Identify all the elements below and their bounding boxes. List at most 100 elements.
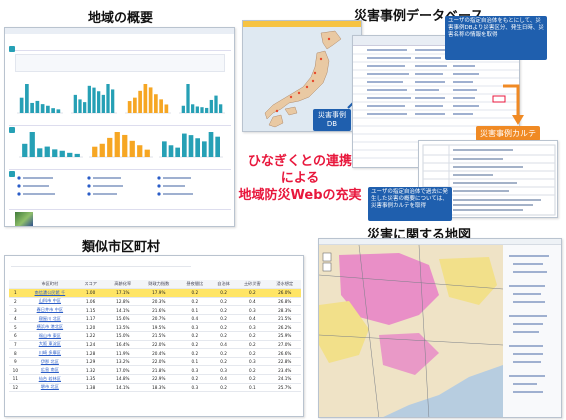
- table-row[interactable]: 12 堺市 北区 1.38 14.1% 18.3% 0.3 0.2 0.1 25.7%: [9, 383, 301, 393]
- table-cell: 15.6%: [106, 314, 139, 324]
- table-cell: 11: [9, 374, 22, 384]
- table-cell: 26.6%: [268, 348, 301, 358]
- chart-bar: [56, 109, 61, 113]
- overview-chart-1: [17, 82, 63, 114]
- chart-bar: [52, 149, 58, 157]
- chart-bar: [175, 147, 180, 157]
- table-cell[interactable]: 伊那 北区: [21, 357, 79, 367]
- column-header[interactable]: 土砂災害: [236, 280, 269, 290]
- top-note-callout: ユーザの指定自治体をもとにして、災害事例DBより災害区分、発生日時、災害名称の情…: [445, 16, 547, 60]
- chart-bar: [127, 101, 132, 113]
- table-cell: 0.2: [210, 322, 237, 333]
- table-cell: 1.29: [78, 357, 104, 367]
- table-cell[interactable]: 春日井市 中区: [21, 305, 79, 315]
- table-cell: 0.2: [178, 288, 211, 298]
- chart-bar: [209, 99, 213, 113]
- table-row[interactable]: 10 広島 南区 1.32 17.0% 21.8% 0.3 0.3 0.2 23.4%: [9, 365, 301, 376]
- table-cell: 24.1%: [268, 374, 301, 384]
- overview-chart-3: [125, 82, 171, 114]
- table-cell: 20.7%: [139, 314, 179, 324]
- table-cell[interactable]: 堺市 北区: [21, 383, 79, 393]
- table-cell: 6: [9, 331, 22, 341]
- overview-chart-5: [19, 130, 83, 158]
- table-row[interactable]: 6 福山市 東区 1.22 15.0% 21.5% 0.2 0.2 0.2 25.9%: [9, 331, 301, 341]
- table-cell: 0.2: [236, 288, 269, 298]
- table-cell[interactable]: 仙台 若林区: [21, 374, 79, 384]
- table-cell: 18.3%: [139, 383, 179, 393]
- table-row[interactable]: 4 寝屋川 北区 1.17 15.6% 20.7% 0.4 0.2 0.4 21.5%: [9, 314, 301, 324]
- table-cell[interactable]: 川崎 多摩区: [21, 348, 79, 358]
- table-cell: 17.9%: [139, 288, 179, 298]
- column-header[interactable]: 市区町村: [21, 280, 79, 290]
- table-row[interactable]: 1 南信濃公民館 千 1.00 17.1% 17.9% 0.2 0.2 0.2 26.0%: [9, 288, 301, 298]
- center-line-1: ひなぎくとの連携: [247, 154, 353, 169]
- overview-chart-2: [71, 82, 117, 114]
- table-row[interactable]: 2 山科市 中区 1.06 12.8% 20.3% 0.2 0.2 0.4 26.8%: [9, 297, 301, 307]
- center-line-3: 地域防災Webの充実: [238, 188, 362, 203]
- table-cell: 0.2: [236, 365, 269, 376]
- table-cell: 0.4: [236, 297, 269, 307]
- table-cell: 13.2%: [106, 357, 139, 367]
- overview-title: 地域の概要: [88, 11, 154, 26]
- table-cell: 1.28: [78, 348, 104, 358]
- table-cell: 0.4: [236, 314, 269, 324]
- center-line-2: による: [280, 171, 320, 186]
- column-header[interactable]: 自治体: [210, 280, 237, 290]
- chart-bar: [35, 100, 40, 113]
- table-cell: 8: [9, 348, 22, 358]
- column-header[interactable]: [9, 280, 22, 290]
- overview-header: [5, 28, 234, 34]
- table-cell: 22.8%: [268, 357, 301, 367]
- table-cell: 5: [9, 322, 22, 333]
- table-cell: 0.2: [178, 374, 211, 384]
- chart-bar: [148, 87, 153, 113]
- similar-table: 市区町村 スコア 高齢化率 財政力指数 昼夜間比 自治体 土砂災害 浸水想定 1 南信濃公民館 …: [9, 280, 301, 393]
- chart-bar: [67, 152, 73, 157]
- column-header[interactable]: 高齢化率: [106, 280, 139, 290]
- table-row[interactable]: 8 川崎 多摩区 1.28 11.9% 20.4% 0.2 0.2 0.2 26.6%: [9, 348, 301, 358]
- center-message: ひなぎくとの連携 による 地域防災Webの充実: [226, 153, 374, 204]
- table-row[interactable]: 11 仙台 若林区 1.35 14.8% 22.9% 0.2 0.4 0.2 24.1%: [9, 374, 301, 384]
- similar-screenshot: 市区町村 スコア 高齢化率 財政力指数 昼夜間比 自治体 土砂災害 浸水想定 1 南信濃公民館 …: [4, 255, 304, 417]
- chart-bar: [181, 105, 185, 113]
- column-header[interactable]: 財政力指数: [139, 280, 179, 290]
- chart-bar: [186, 84, 190, 113]
- chart-bar: [208, 132, 214, 157]
- overview-screenshot: [4, 27, 235, 227]
- table-cell: 0.2: [178, 331, 211, 341]
- table-cell[interactable]: 寝屋川 北区: [21, 314, 79, 324]
- chart-bar: [138, 90, 142, 113]
- table-row[interactable]: 7 大阪 東淀区 1.24 16.4% 22.0% 0.2 0.4 0.2 27.0%: [9, 340, 301, 350]
- table-cell: 0.3: [236, 357, 269, 367]
- table-cell: 0.2: [210, 314, 237, 324]
- table-cell[interactable]: 広島 南区: [21, 365, 79, 376]
- chart-bar: [25, 84, 29, 113]
- chart-bar: [29, 132, 35, 157]
- chart-bar: [114, 132, 120, 157]
- overview-photo: [15, 212, 33, 226]
- table-row[interactable]: 3 春日井市 中区 1.15 14.1% 21.6% 0.1 0.2 0.3 28.3%: [9, 305, 301, 315]
- table-cell: 22.0%: [139, 340, 179, 350]
- table-cell: 0.2: [178, 340, 211, 350]
- table-cell[interactable]: 南信濃公民館 千: [21, 288, 79, 298]
- table-cell: 0.4: [210, 340, 237, 350]
- table-cell[interactable]: 横浜市 港北区: [21, 322, 79, 333]
- table-cell: 1.24: [78, 340, 104, 350]
- table-row[interactable]: 5 横浜市 港北区 1.20 13.5% 19.5% 0.3 0.2 0.3 26.2%: [9, 322, 301, 333]
- table-cell[interactable]: 大阪 東淀区: [21, 340, 79, 350]
- table-cell: 21.8%: [139, 365, 179, 376]
- chart-bar: [19, 97, 24, 113]
- table-cell: 7: [9, 340, 22, 350]
- column-header[interactable]: 浸水想定: [268, 280, 301, 290]
- column-header[interactable]: 昼夜間比: [178, 280, 211, 290]
- table-cell: 1.00: [78, 288, 104, 298]
- column-header[interactable]: スコア: [78, 280, 104, 290]
- karte-label: 災害事例カルテ: [476, 126, 540, 141]
- table-cell: 0.2: [210, 288, 237, 298]
- chart-bar: [159, 99, 163, 113]
- table-cell[interactable]: 山科市 中区: [21, 297, 79, 307]
- table-cell: 0.2: [210, 357, 237, 367]
- table-row[interactable]: 9 伊那 北区 1.29 13.2% 22.0% 0.1 0.2 0.3 22.8%: [9, 357, 301, 367]
- table-cell: 0.2: [236, 340, 269, 350]
- table-cell[interactable]: 福山市 東区: [21, 331, 79, 341]
